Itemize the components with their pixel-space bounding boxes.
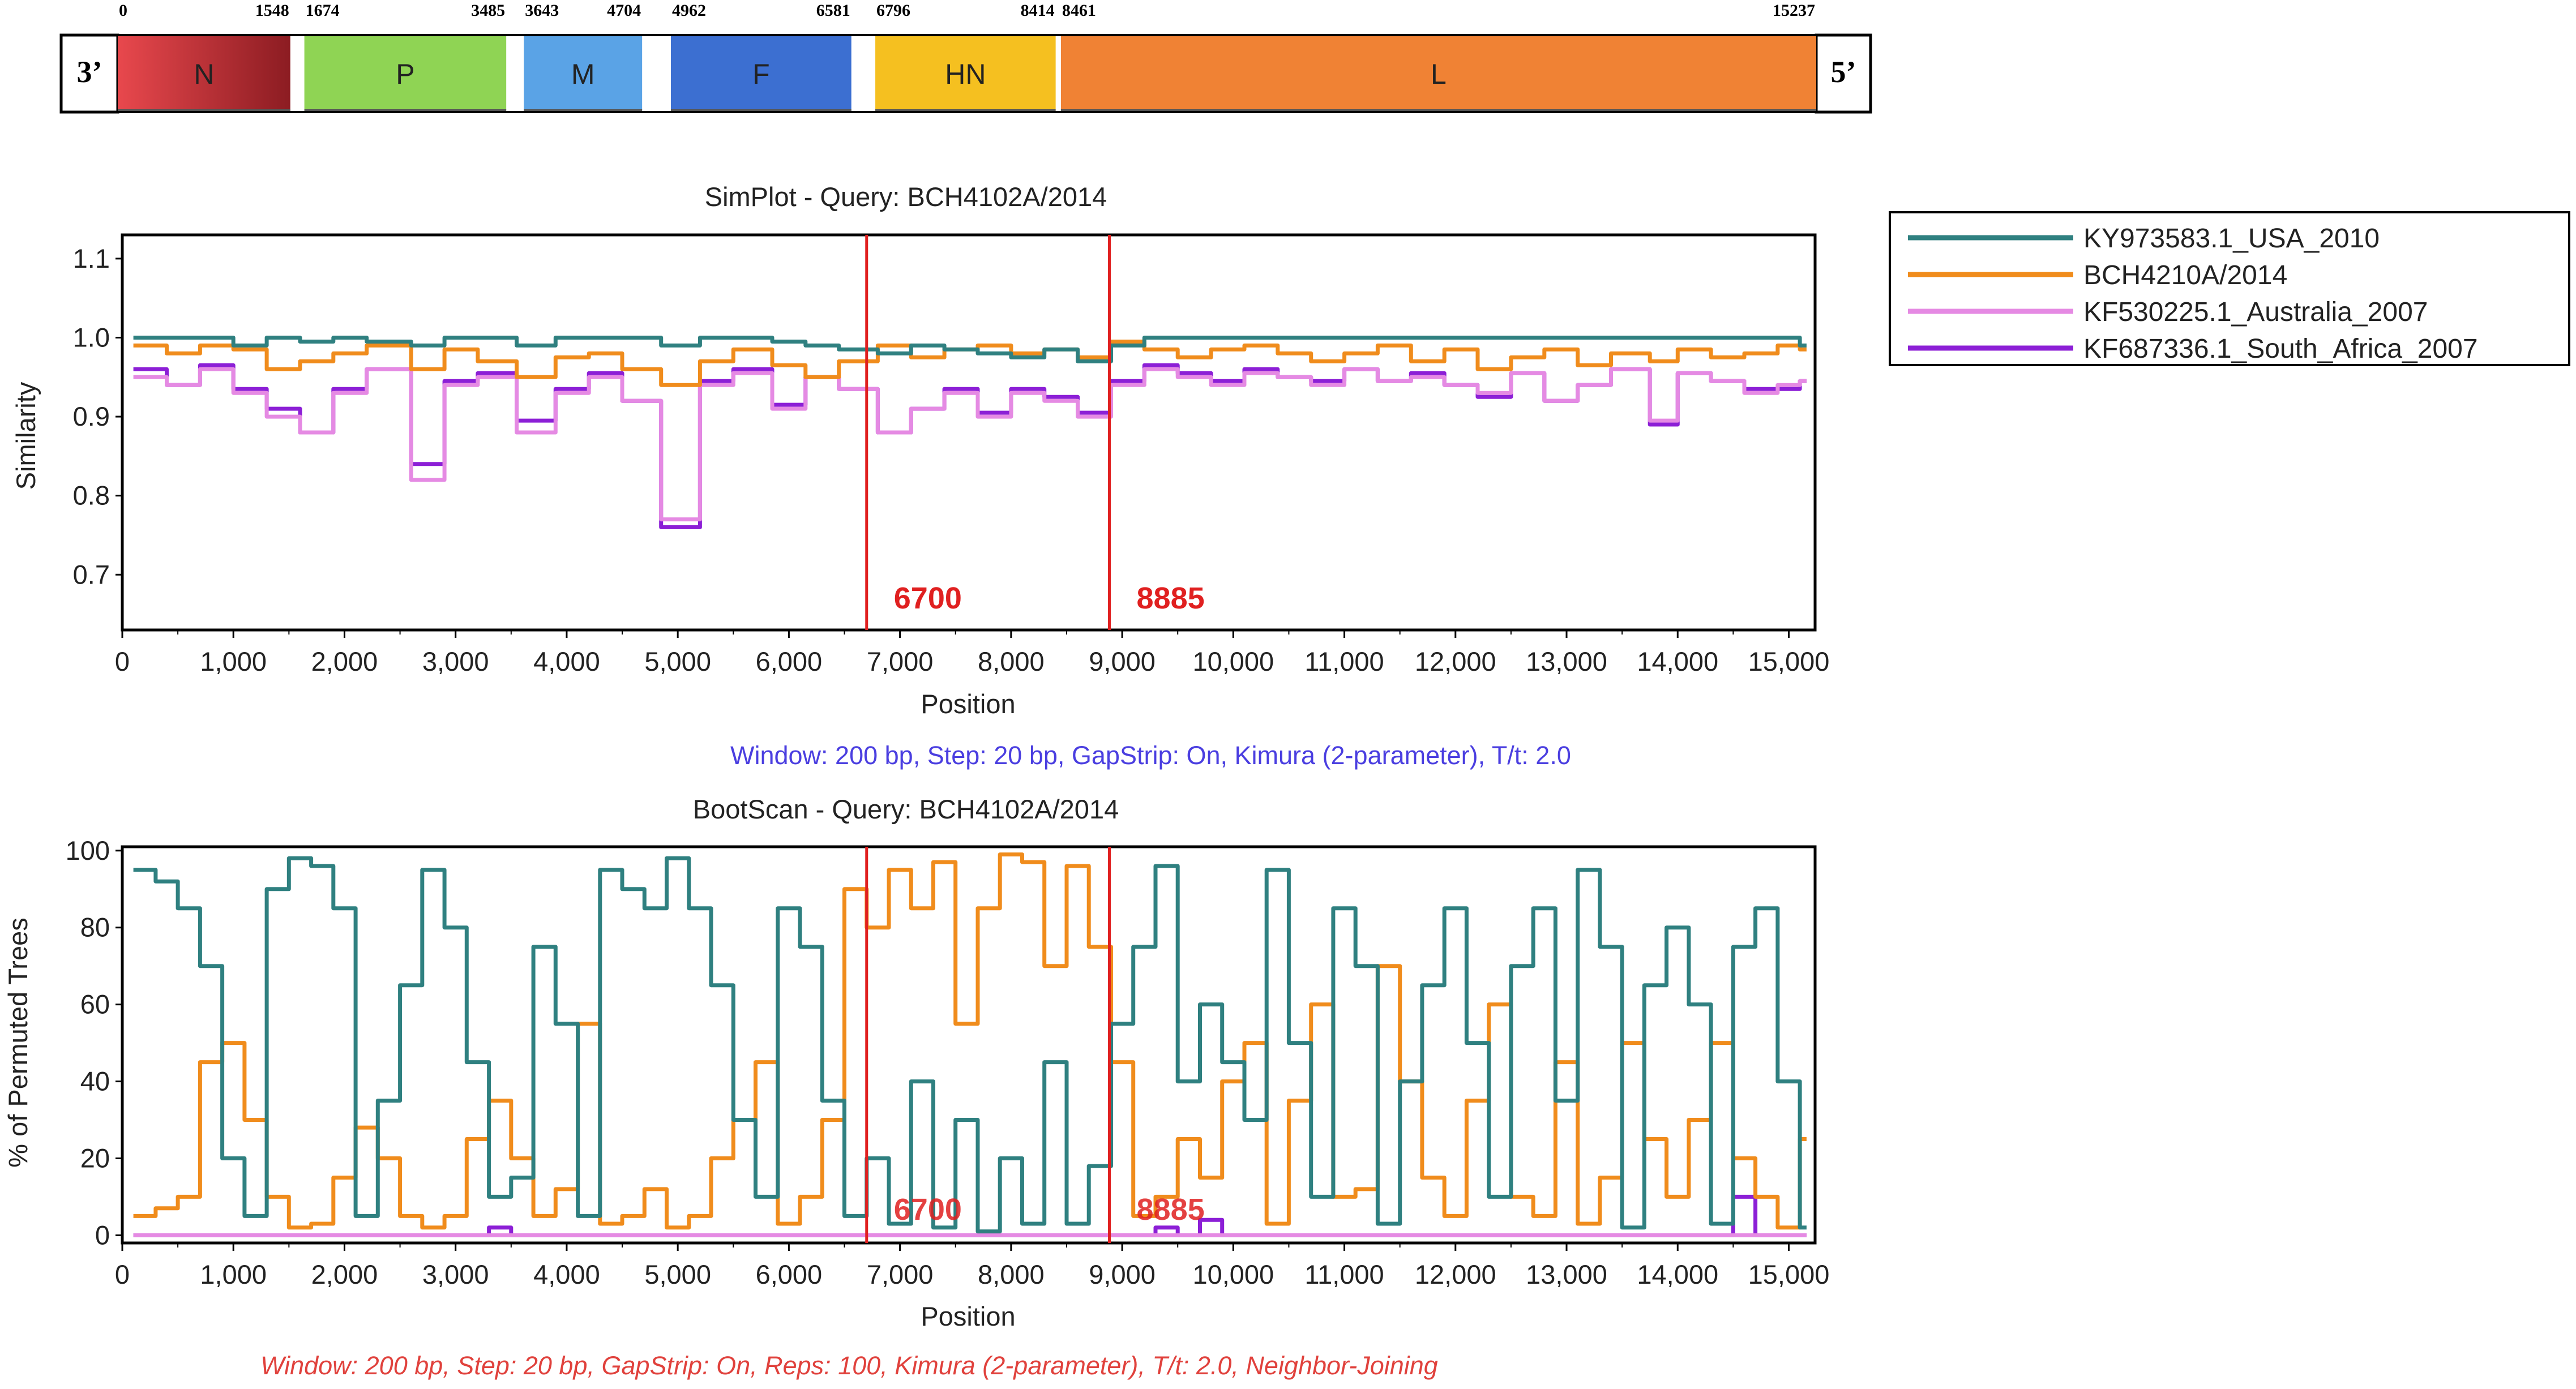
genome-5prime-label: 5’ <box>1831 55 1856 89</box>
bootscan-xtick-label: 11,000 <box>1304 1259 1384 1289</box>
gene-F-start: 4962 <box>672 1 706 20</box>
gene-N-label: N <box>194 58 214 90</box>
simplot-ytick-label: 0.7 <box>73 559 110 589</box>
bootscan-xtick-label: 7,000 <box>867 1259 934 1289</box>
gene-L-label: L <box>1431 58 1447 90</box>
bootscan-xtick-label: 10,000 <box>1192 1259 1274 1289</box>
simplot-xtick-label: 3,000 <box>422 646 489 676</box>
simplot-xtick-label: 12,000 <box>1415 646 1496 676</box>
simplot-ytick-label: 0.8 <box>73 481 110 511</box>
bootscan-ytick-label: 0 <box>95 1220 110 1250</box>
simplot-xtick-label: 11,000 <box>1304 646 1384 676</box>
gene-F-label: F <box>752 58 770 90</box>
bootscan-xtick-label: 2,000 <box>311 1259 378 1289</box>
simplot-xtick-label: 8,000 <box>978 646 1045 676</box>
simplot-xtick-label: 5,000 <box>644 646 711 676</box>
figure-svg: 3’ 5’ N 0 1548 P 1674 3485 M 3643 4704 F 4962 6581 HN 6… <box>3 1 2570 1380</box>
bootscan-xtick-label: 5,000 <box>644 1259 711 1289</box>
bootscan-ytick-label: 40 <box>80 1066 110 1096</box>
legend-label-0: KY973583.1_USA_2010 <box>2083 224 2380 254</box>
gene-N-end: 1548 <box>255 1 289 20</box>
legend-label-3: KF687336.1_South_Africa_2007 <box>2083 334 2478 364</box>
bootscan-xtick-label: 9,000 <box>1089 1259 1156 1289</box>
gene-N-start: 0 <box>119 1 127 20</box>
simplot-title: SimPlot - Query: BCH4102A/2014 <box>705 182 1107 212</box>
bootscan-xtick-label: 12,000 <box>1415 1259 1496 1289</box>
simplot-xtick-label: 2,000 <box>311 646 378 676</box>
simplot-breakpoint-label-8885: 8885 <box>1137 581 1205 615</box>
bootscan-ytick-label: 60 <box>80 989 110 1019</box>
bootscan-xtick-label: 14,000 <box>1637 1259 1718 1289</box>
simplot-ytick-label: 1.0 <box>73 322 110 352</box>
simplot-xtick-label: 1,000 <box>200 646 267 676</box>
bootscan-ytick-label: 80 <box>80 912 110 942</box>
gene-HN-end: 8414 <box>1021 1 1055 20</box>
simplot-frame <box>121 233 1817 632</box>
bootscan-breakpoint-label-8885: 8885 <box>1137 1193 1205 1227</box>
bootscan-title: BootScan - Query: BCH4102A/2014 <box>693 794 1119 824</box>
bootscan-breakpoint-label-6700: 6700 <box>894 1193 962 1227</box>
figure: 3’ 5’ N 0 1548 P 1674 3485 M 3643 4704 F 4962 6581 HN 6… <box>0 0 2576 1386</box>
gene-HN-label: HN <box>945 58 986 90</box>
legend: KY973583.1_USA_2010 BCH4210A/2014 KF530225… <box>1889 211 2570 366</box>
bootscan-xtick-label: 3,000 <box>422 1259 489 1289</box>
simplot-xtick-label: 14,000 <box>1637 646 1718 676</box>
bootscan-ytick-label: 20 <box>80 1143 110 1173</box>
gene-L-start: 8461 <box>1062 1 1096 20</box>
gene-L-end: 15237 <box>1773 1 1815 20</box>
simplot-ytick-label: 0.9 <box>73 401 110 431</box>
genome-3prime-label: 3’ <box>77 55 102 89</box>
simplot-xtick-label: 13,000 <box>1526 646 1607 676</box>
simplot-xlabel: Position <box>921 689 1015 719</box>
legend-label-1: BCH4210A/2014 <box>2083 260 2287 290</box>
gene-P-label: P <box>396 58 414 90</box>
simplot-xtick-label: 0 <box>115 646 130 676</box>
gene-P-start: 1674 <box>306 1 340 20</box>
gene-F-end: 6581 <box>816 1 850 20</box>
gene-P-end: 3485 <box>471 1 505 20</box>
simplot-chart: 0 1,000 2,000 3,000 4,000 5,000 6,000 7,000 8,00… <box>73 233 1830 676</box>
simplot-ytick-label: 1.1 <box>73 243 110 273</box>
gene-HN-start: 6796 <box>876 1 910 20</box>
bootscan-xlabel: Position <box>921 1301 1015 1331</box>
gene-M-label: M <box>571 58 595 90</box>
simplot-xtick-label: 10,000 <box>1192 646 1274 676</box>
simplot-xtick-label: 6,000 <box>756 646 823 676</box>
bootscan-xtick-label: 15,000 <box>1748 1259 1830 1289</box>
bootscan-footer: Window: 200 bp, Step: 20 bp, GapStrip: O… <box>260 1351 1438 1380</box>
bootscan-chart: 0 1,000 2,000 3,000 4,000 5,000 6,000 7,000 8,00… <box>66 835 1830 1289</box>
bootscan-xtick-label: 4,000 <box>533 1259 600 1289</box>
simplot-ylabel: Similarity <box>11 381 41 490</box>
simplot-breakpoint-label-6700: 6700 <box>894 581 962 615</box>
genome-map: 3’ 5’ N 0 1548 P 1674 3485 M 3643 4704 F 4962 6581 HN 6… <box>59 1 1872 114</box>
bootscan-xtick-label: 0 <box>115 1259 130 1289</box>
bootscan-xtick-label: 8,000 <box>978 1259 1045 1289</box>
gene-M-start: 3643 <box>525 1 559 20</box>
bootscan-xtick-label: 1,000 <box>200 1259 267 1289</box>
simplot-xtick-label: 4,000 <box>533 646 600 676</box>
gene-M-end: 4704 <box>607 1 641 20</box>
bootscan-ylabel: % of Permuted Trees <box>3 918 33 1167</box>
simplot-xtick-label: 7,000 <box>867 646 934 676</box>
bootscan-xtick-label: 13,000 <box>1526 1259 1607 1289</box>
simplot-footer: Window: 200 bp, Step: 20 bp, GapStrip: O… <box>730 741 1571 770</box>
simplot-xtick-label: 15,000 <box>1748 646 1830 676</box>
bootscan-xtick-label: 6,000 <box>756 1259 823 1289</box>
bootscan-ytick-label: 100 <box>66 835 110 865</box>
legend-label-2: KF530225.1_Australia_2007 <box>2083 297 2428 327</box>
simplot-xtick-label: 9,000 <box>1089 646 1156 676</box>
